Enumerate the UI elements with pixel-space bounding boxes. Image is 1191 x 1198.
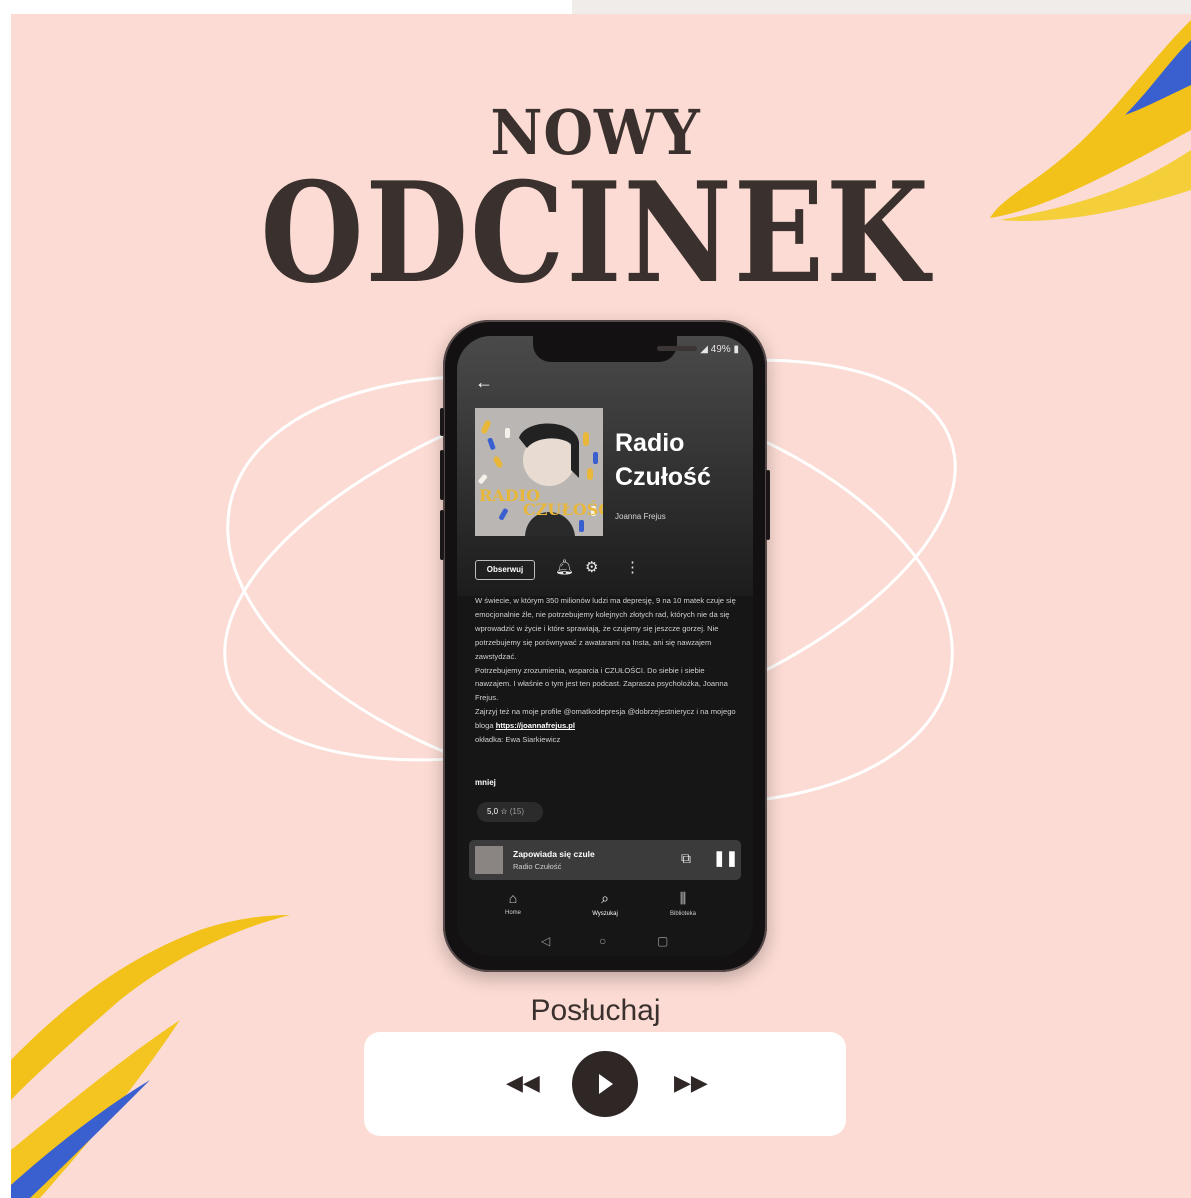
status-bar: ◢ 49% ▮ bbox=[700, 344, 739, 355]
phone-power-button bbox=[766, 470, 770, 540]
phone-side-button bbox=[440, 450, 444, 500]
pause-icon[interactable]: ❚❚ bbox=[713, 849, 738, 867]
back-arrow-icon[interactable]: ← bbox=[475, 372, 493, 393]
podcast-author[interactable]: Joanna Frejus bbox=[615, 512, 666, 521]
gear-icon[interactable]: ⚙ bbox=[585, 558, 598, 576]
play-button[interactable] bbox=[572, 1051, 638, 1117]
system-recents-icon[interactable]: ▢ bbox=[657, 934, 668, 948]
system-home-icon[interactable]: ○ bbox=[599, 934, 606, 948]
signal-icon: ◢ bbox=[700, 344, 708, 355]
rating-badge[interactable]: 5,0 ☆ (15) bbox=[477, 802, 543, 822]
rating-count: (15) bbox=[509, 807, 524, 816]
now-playing-subtitle: Radio Czułość bbox=[513, 862, 562, 871]
system-back-icon[interactable]: ◁ bbox=[541, 934, 550, 948]
title-odcinek: ODCINEK bbox=[260, 151, 931, 314]
connect-device-icon[interactable]: ⧉ bbox=[681, 850, 691, 867]
cover-text-czulosc: CZUŁOŚĆ bbox=[523, 500, 603, 519]
listen-label: Posłuchaj bbox=[530, 994, 661, 1027]
description-paragraph: W świecie, w którym 350 milionów ludzi m… bbox=[475, 596, 736, 661]
bottom-navigation: ⌂ Home ⌕ Wyszukaj ⫼ Biblioteka bbox=[457, 884, 753, 932]
follow-button[interactable]: Obserwuj bbox=[475, 560, 535, 580]
now-playing-thumbnail bbox=[475, 846, 503, 874]
now-playing-bar[interactable]: Zapowiada się czule Radio Czułość ⧉ ❚❚ bbox=[469, 840, 741, 880]
nav-search[interactable]: ⌕ Wyszukaj bbox=[575, 890, 635, 917]
system-navigation: ◁ ○ ▢ bbox=[457, 932, 753, 954]
search-icon: ⌕ bbox=[601, 890, 609, 906]
nav-label: Wyszukaj bbox=[592, 911, 618, 917]
nav-label: Biblioteka bbox=[669, 911, 696, 917]
podcast-description: W świecie, w którym 350 milionów ludzi m… bbox=[475, 594, 739, 747]
description-paragraph: okładka: Ewa Siarkiewicz bbox=[475, 735, 561, 745]
rating-score: 5,0 bbox=[487, 807, 499, 816]
rewind-icon[interactable]: ◀◀ bbox=[506, 1070, 540, 1096]
description-paragraph: Potrzebujemy zrozumienia, wsparcia i CZU… bbox=[475, 665, 728, 703]
home-icon: ⌂ bbox=[508, 890, 518, 906]
phone-side-button bbox=[440, 408, 444, 436]
nav-label: Home bbox=[504, 910, 521, 916]
blog-link[interactable]: https://joannafrejus.pl bbox=[496, 721, 575, 730]
phone-screen: ◢ 49% ▮ ← RADIO CZUŁOŚĆ Radio Czułość Jo… bbox=[457, 336, 753, 956]
description-paragraph: Zajrzyj też na moje profile @omatkodepre… bbox=[475, 705, 739, 733]
podcast-cover: RADIO CZUŁOŚĆ bbox=[475, 408, 603, 536]
now-playing-title: Zapowiada się czule bbox=[513, 849, 595, 859]
show-less-link[interactable]: mniej bbox=[475, 778, 496, 787]
brush-stroke-bottom-left bbox=[11, 915, 290, 1198]
phone-mockup: ◢ 49% ▮ ← RADIO CZUŁOŚĆ Radio Czułość Jo… bbox=[440, 320, 770, 972]
library-icon: ⫼ bbox=[679, 890, 687, 906]
phone-side-button bbox=[440, 510, 444, 560]
star-icon: ☆ bbox=[500, 807, 508, 816]
nav-home[interactable]: ⌂ Home bbox=[483, 890, 543, 916]
battery-icon: ▮ bbox=[733, 344, 739, 355]
bell-icon[interactable]: 🔔︎ bbox=[555, 558, 574, 576]
play-icon bbox=[599, 1074, 613, 1094]
nav-library[interactable]: ⫼ Biblioteka bbox=[653, 890, 713, 917]
podcast-title: Radio Czułość bbox=[615, 429, 711, 491]
playback-controls: ◀◀ ▶▶ bbox=[364, 1032, 846, 1136]
more-options-icon[interactable]: ⋮ bbox=[625, 558, 640, 576]
phone-notch bbox=[533, 336, 722, 362]
battery-level: 49% bbox=[710, 344, 731, 355]
fast-forward-icon[interactable]: ▶▶ bbox=[674, 1070, 708, 1096]
speaker-grille bbox=[657, 346, 697, 351]
